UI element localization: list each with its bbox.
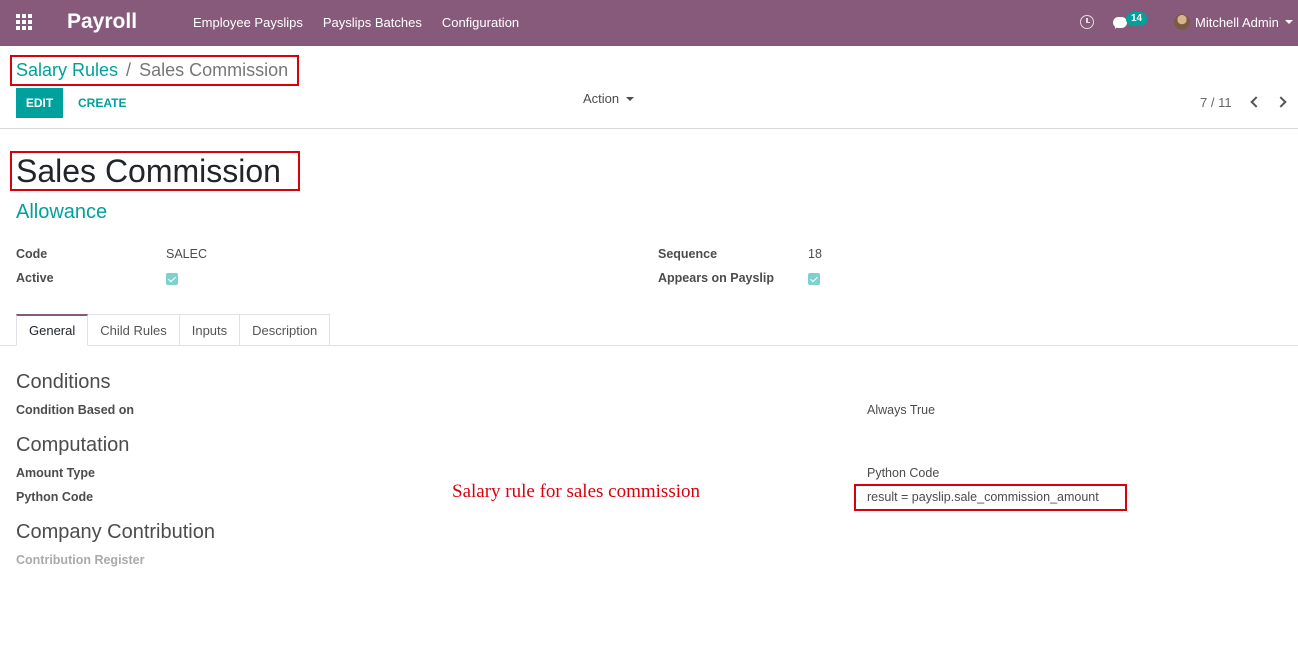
menu-configuration[interactable]: Configuration	[432, 15, 529, 30]
caret-down-icon	[626, 96, 635, 101]
pager-value: 7 / 11	[1200, 95, 1232, 110]
chat-icon[interactable]	[1113, 17, 1127, 29]
user-name: Mitchell Admin	[1195, 14, 1279, 30]
condition-based-value: Always True	[867, 403, 936, 417]
amount-type-label: Amount Type	[16, 466, 95, 480]
action-label: Action	[583, 91, 620, 106]
record-category: Allowance	[16, 201, 108, 223]
tab-general[interactable]: General	[16, 314, 89, 346]
chat-count-badge: 14	[1126, 12, 1148, 26]
chevron-right-icon[interactable]	[1277, 96, 1287, 108]
active-label: Active	[16, 271, 54, 285]
menu-employee-payslips[interactable]: Employee Payslips	[183, 15, 313, 30]
highlight-box-title	[10, 151, 300, 191]
main-menu: Employee Payslips Payslips Batches Confi…	[183, 15, 529, 30]
company-contribution-heading: Company Contribution	[16, 521, 215, 543]
chevron-down-icon	[1284, 20, 1293, 24]
notebook-tabs: General Child Rules Inputs Description	[16, 314, 331, 346]
action-dropdown[interactable]: Action	[583, 91, 635, 106]
app-brand[interactable]: Payroll	[67, 10, 137, 34]
amount-type-value: Python Code	[867, 466, 940, 480]
edit-button[interactable]: EDIT	[16, 88, 63, 118]
conditions-heading: Conditions	[16, 371, 111, 393]
create-button[interactable]: CREATE	[70, 88, 134, 118]
active-checkbox[interactable]	[166, 273, 178, 285]
menu-payslips-batches[interactable]: Payslips Batches	[313, 15, 432, 30]
chevron-left-icon[interactable]	[1249, 96, 1259, 108]
sequence-value: 18	[808, 247, 822, 261]
apps-menu-icon[interactable]	[16, 14, 34, 32]
activity-clock-icon[interactable]	[1080, 15, 1094, 29]
condition-based-label: Condition Based on	[16, 403, 135, 417]
highlight-box-python-code	[854, 484, 1127, 511]
tab-child-rules[interactable]: Child Rules	[88, 314, 180, 346]
computation-heading: Computation	[16, 434, 130, 456]
sequence-label: Sequence	[658, 247, 718, 261]
appears-on-payslip-label: Appears on Payslip	[658, 271, 775, 285]
control-panel-divider	[0, 128, 1298, 129]
code-label: Code	[16, 247, 48, 261]
avatar	[1174, 14, 1190, 30]
appears-on-payslip-checkbox[interactable]	[808, 273, 820, 285]
code-value: SALEC	[166, 247, 207, 261]
tab-inputs[interactable]: Inputs	[179, 314, 241, 346]
user-menu[interactable]: Mitchell Admin	[1174, 14, 1293, 30]
tab-description[interactable]: Description	[240, 314, 331, 346]
highlight-box-breadcrumb	[10, 55, 299, 86]
python-code-label: Python Code	[16, 490, 94, 504]
annotation-text: Salary rule for sales commission	[452, 481, 701, 502]
contribution-register-label: Contribution Register	[16, 553, 145, 567]
top-navbar: Payroll Employee Payslips Payslips Batch…	[0, 0, 1298, 46]
